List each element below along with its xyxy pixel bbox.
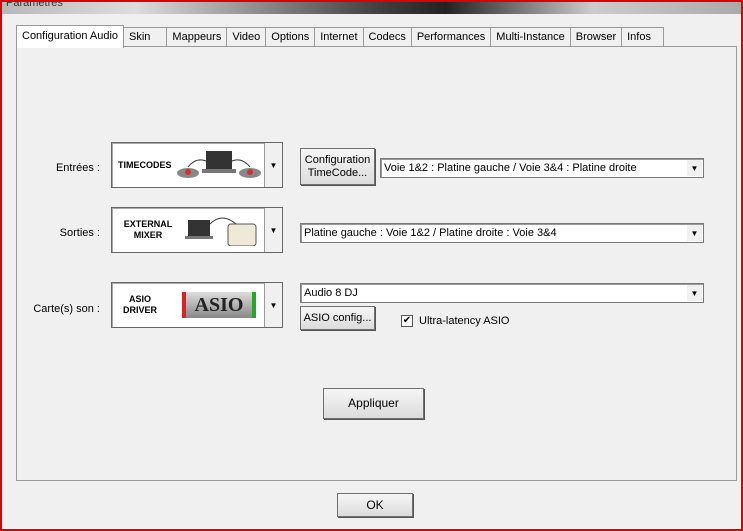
inputs-routing-value: Voie 1&2 : Platine gauche / Voie 3&4 : P… (384, 162, 637, 174)
tab-infos[interactable]: Infos (621, 27, 664, 46)
inputs-mode-combo[interactable]: TIMECODES ▼ (111, 142, 283, 188)
soundcard-label: Carte(s) son : (33, 303, 100, 315)
outputs-mode-combo[interactable]: EXTERNAL MIXER ▼ (111, 207, 283, 253)
tab-internet[interactable]: Internet (314, 27, 364, 46)
soundcard-select[interactable]: Audio 8 DJ ▼ (300, 283, 704, 303)
ok-button[interactable]: OK (337, 493, 413, 517)
chevron-down-icon[interactable]: ▼ (687, 225, 702, 241)
asio-logo: ASIO (182, 292, 256, 318)
timecode-config-button[interactable]: Configuration TimeCode... (300, 148, 375, 185)
timecodes-text: TIMECODES (118, 159, 172, 170)
soundcard-value: Audio 8 DJ (304, 287, 358, 299)
title-bar: Paramètres (2, 2, 741, 14)
chevron-down-icon[interactable]: ▼ (264, 208, 282, 252)
tab-configuration-audio[interactable]: Configuration Audio (16, 25, 125, 48)
external-mixer-icon (185, 217, 257, 246)
external-mixer-text: EXTERNAL MIXER (123, 219, 173, 240)
asio-driver-text: ASIO DRIVER (122, 294, 157, 315)
soundcard-driver-combo[interactable]: ASIO DRIVER ASIO ▼ (111, 282, 283, 328)
outputs-routing-value: Platine gauche : Voie 1&2 / Platine droi… (304, 227, 557, 239)
chevron-down-icon[interactable]: ▼ (264, 283, 282, 327)
tab-skin[interactable]: Skin (123, 27, 168, 46)
inputs-routing-select[interactable]: Voie 1&2 : Platine gauche / Voie 3&4 : P… (380, 158, 704, 178)
inputs-label: Entrées : (55, 162, 100, 174)
settings-window: Paramètres Configuration Audio Skin Mapp… (0, 0, 743, 531)
timecode-setup-icon (177, 151, 261, 178)
ultra-latency-checkbox[interactable]: ✔ (401, 315, 413, 327)
tab-multi-instance[interactable]: Multi-Instance (490, 27, 571, 46)
tab-mappeurs[interactable]: Mappeurs (166, 27, 228, 46)
asio-config-button[interactable]: ASIO config... (300, 306, 375, 330)
chevron-down-icon[interactable]: ▼ (264, 143, 282, 187)
window-title: Paramètres (6, 0, 63, 9)
tab-browser[interactable]: Browser (569, 27, 623, 46)
outputs-routing-select[interactable]: Platine gauche : Voie 1&2 / Platine droi… (300, 223, 704, 243)
chevron-down-icon[interactable]: ▼ (687, 285, 702, 301)
outputs-label: Sorties : (59, 227, 100, 239)
chevron-down-icon[interactable]: ▼ (687, 160, 702, 176)
apply-button[interactable]: Appliquer (323, 388, 424, 419)
ultra-latency-label: Ultra-latency ASIO (419, 315, 510, 327)
tab-performances[interactable]: Performances (410, 27, 492, 46)
tab-options[interactable]: Options (265, 27, 316, 46)
tab-video[interactable]: Video (226, 27, 267, 46)
tab-codecs[interactable]: Codecs (362, 27, 412, 46)
tab-bar: Configuration Audio Skin Mappeurs Video … (16, 25, 664, 48)
